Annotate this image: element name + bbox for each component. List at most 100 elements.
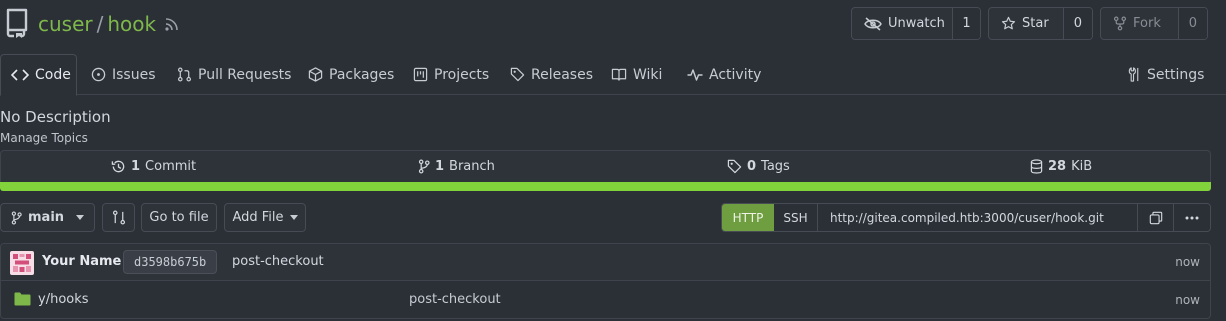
add-file-button[interactable]: Add File — [224, 203, 306, 232]
rss-icon[interactable] — [164, 16, 180, 32]
repo-name-link[interactable]: hook — [107, 12, 156, 36]
commits-label: Commit — [145, 159, 197, 174]
star-icon — [1001, 16, 1016, 31]
copy-icon — [1149, 211, 1163, 225]
latest-commit-row: Your Name d3598b675b post-checkout now — [1, 244, 1210, 281]
commit-author[interactable]: Your Name — [42, 254, 121, 269]
watch-count[interactable]: 1 — [952, 8, 980, 39]
kebab-horizontal-icon — [1185, 216, 1199, 220]
tags-stat[interactable]: 0 Tags — [727, 151, 790, 182]
clone-url-input[interactable]: http://gitea.compiled.htb:3000/cuser/hoo… — [818, 204, 1138, 231]
database-icon — [1030, 159, 1043, 174]
copy-url-button[interactable] — [1138, 204, 1174, 231]
repo-header: cuser / hook Unwatch 1 Star 0 Fork 0 — [0, 0, 1226, 54]
tab-packages-label: Packages — [329, 66, 395, 83]
tab-releases[interactable]: Releases — [510, 54, 593, 95]
repo-stats-bar: 1 Commit 1 Branch 0 Tags 28 KiB — [0, 150, 1211, 182]
watch-button-group: Unwatch 1 — [851, 7, 981, 40]
branch-icon — [11, 210, 22, 225]
commits-count: 1 — [131, 159, 141, 174]
tools-icon — [1127, 67, 1141, 82]
fork-label: Fork — [1133, 16, 1161, 31]
branch-selector[interactable]: main — [0, 203, 95, 232]
fork-button-group: Fork 0 — [1100, 7, 1208, 40]
repo-title: cuser / hook — [38, 12, 156, 36]
size-unit: KiB — [1071, 159, 1093, 174]
star-button-group: Star 0 — [988, 7, 1093, 40]
size-value: 28 — [1048, 159, 1067, 174]
tags-label: Tags — [761, 159, 790, 174]
tab-wiki-label: Wiki — [633, 66, 663, 83]
tab-projects[interactable]: Projects — [413, 54, 489, 95]
package-icon — [308, 67, 323, 82]
branches-label: Branch — [449, 159, 495, 174]
fork-count[interactable]: 0 — [1177, 8, 1207, 39]
add-file-label: Add File — [232, 210, 284, 225]
clone-panel: HTTP SSH http://gitea.compiled.htb:3000/… — [721, 203, 1211, 232]
project-icon — [413, 67, 428, 82]
tab-pull-requests-label: Pull Requests — [198, 66, 292, 83]
branch-icon — [418, 159, 430, 174]
repo-description: No Description — [0, 108, 111, 126]
clone-ssh-button[interactable]: SSH — [774, 204, 818, 231]
repo-title-separator: / — [96, 12, 104, 36]
compare-button[interactable] — [102, 203, 135, 232]
table-row: y/hooks post-checkout now — [1, 281, 1210, 318]
code-icon — [11, 68, 29, 82]
commit-time: now — [1175, 255, 1200, 269]
tab-releases-label: Releases — [531, 66, 593, 83]
tab-code[interactable]: Code — [0, 54, 77, 96]
tab-settings-label: Settings — [1147, 66, 1205, 83]
file-name-link[interactable]: y/hooks — [38, 292, 89, 307]
unwatch-label: Unwatch — [888, 16, 945, 31]
commit-message[interactable]: post-checkout — [232, 254, 324, 269]
language-bar — [0, 182, 1211, 191]
tab-activity[interactable]: Activity — [687, 54, 761, 95]
file-commit-message[interactable]: post-checkout — [409, 292, 501, 307]
size-stat: 28 KiB — [1030, 151, 1092, 182]
tags-count: 0 — [747, 159, 757, 174]
tab-issues-label: Issues — [112, 66, 156, 83]
manage-topics-link[interactable]: Manage Topics — [0, 131, 88, 145]
file-commit-time: now — [1175, 293, 1200, 307]
star-button[interactable]: Star — [989, 8, 1063, 39]
tag-icon — [510, 67, 525, 82]
commit-sha[interactable]: d3598b675b — [123, 250, 218, 274]
eye-closed-icon — [864, 16, 882, 31]
issue-icon — [91, 67, 106, 82]
file-table: Your Name d3598b675b post-checkout now y… — [0, 243, 1211, 319]
go-to-file-button[interactable]: Go to file — [141, 203, 217, 232]
tab-packages[interactable]: Packages — [308, 54, 394, 95]
folder-icon — [14, 292, 31, 306]
tab-settings[interactable]: Settings — [1127, 54, 1204, 95]
repo-icon — [4, 8, 30, 38]
star-label: Star — [1022, 16, 1049, 31]
tab-activity-label: Activity — [709, 66, 762, 83]
tab-code-label: Code — [35, 67, 71, 83]
tag-icon — [727, 159, 742, 174]
branches-stat[interactable]: 1 Branch — [418, 151, 495, 182]
tab-issues[interactable]: Issues — [91, 54, 156, 95]
caret-down-icon — [76, 215, 85, 220]
caret-down-icon — [289, 215, 298, 220]
repo-owner-link[interactable]: cuser — [38, 12, 93, 36]
avatar[interactable] — [10, 251, 34, 275]
book-icon — [611, 67, 627, 82]
tab-wiki[interactable]: Wiki — [611, 54, 662, 95]
tab-pull-requests[interactable]: Pull Requests — [177, 54, 291, 95]
pulse-icon — [687, 68, 703, 82]
fork-button[interactable]: Fork — [1101, 8, 1178, 39]
commits-stat[interactable]: 1 Commit — [111, 151, 196, 182]
branches-count: 1 — [435, 159, 445, 174]
pull-request-icon — [177, 67, 192, 82]
compare-icon — [112, 210, 126, 225]
clone-http-button[interactable]: HTTP — [722, 204, 774, 231]
branch-name: main — [28, 210, 65, 225]
tab-projects-label: Projects — [434, 66, 490, 83]
fork-icon — [1113, 16, 1127, 31]
history-icon — [111, 159, 126, 174]
more-options-button[interactable] — [1174, 204, 1210, 231]
unwatch-button[interactable]: Unwatch — [852, 8, 952, 39]
repo-tabs: Code Issues Pull Requests Packages Proje… — [0, 54, 1226, 96]
star-count[interactable]: 0 — [1062, 8, 1092, 39]
